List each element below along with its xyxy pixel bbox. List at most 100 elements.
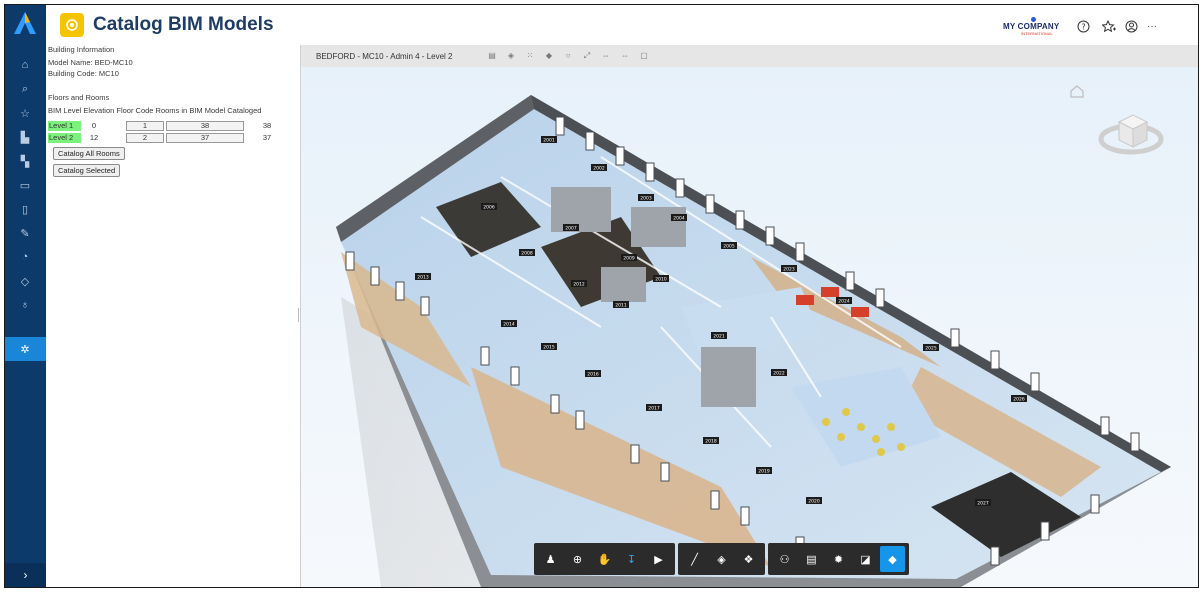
room-tag[interactable]: 2024 [836, 297, 852, 305]
model-browser-icon[interactable]: ⚇ [772, 546, 797, 572]
building-icon[interactable]: ▙ [15, 128, 35, 146]
svg-text:2026: 2026 [1013, 397, 1025, 403]
room-tag[interactable]: 2004 [671, 214, 687, 222]
room-tag[interactable]: 2008 [519, 249, 535, 257]
zoom-icon[interactable]: ↧ [619, 546, 644, 572]
document-icon[interactable]: ▯ [15, 200, 35, 218]
expand-rail-button[interactable]: › [5, 563, 46, 587]
room-tag[interactable]: 2005 [721, 242, 737, 250]
room-tag[interactable]: 2019 [756, 467, 772, 475]
room-tag[interactable]: 2016 [585, 370, 601, 378]
catalog-all-rooms-button[interactable]: Catalog All Rooms [53, 147, 125, 160]
svg-text:2018: 2018 [705, 439, 717, 445]
svg-text:2009: 2009 [623, 256, 635, 262]
pan-icon[interactable]: ✋ [592, 546, 617, 572]
home-icon[interactable]: ⌂ [15, 56, 35, 74]
floor-code-field[interactable]: 1 [126, 121, 164, 131]
room-tag[interactable]: 2027 [975, 499, 991, 507]
arrows-alt-icon[interactable]: ⇔ [621, 52, 629, 60]
svg-text:2020: 2020 [808, 499, 820, 505]
fullscreen-icon[interactable]: ◪ [853, 546, 878, 572]
orbit-icon[interactable]: ⊕ [565, 546, 590, 572]
room-tag[interactable]: 2025 [923, 344, 939, 352]
tag-icon[interactable]: ◆ [545, 52, 553, 60]
table-row[interactable]: Level 1 0 1 38 38 [48, 121, 298, 131]
level-cell[interactable]: Level 1 [48, 121, 81, 131]
room-tag[interactable]: 2007 [563, 224, 579, 232]
star-icon[interactable]: ☆ [15, 104, 35, 122]
svg-text:2015: 2015 [543, 345, 555, 351]
monitor-icon[interactable]: ▭ [15, 176, 35, 194]
svg-text:2006: 2006 [483, 205, 495, 211]
room-tag[interactable]: 2013 [415, 273, 431, 281]
floors-column-headers: BIM Level Elevation Floor Code Rooms in … [48, 106, 262, 115]
app-logo-icon[interactable] [13, 11, 37, 35]
layers-icon[interactable]: ◈ [507, 52, 515, 60]
model-3d-view[interactable]: 2001 2002 2003 2004 2005 2006 2007 2008 … [301, 67, 1199, 587]
clipboard-icon[interactable]: ▢ [640, 52, 648, 60]
room-tag[interactable]: 2003 [638, 194, 654, 202]
chat-icon[interactable]: ◔ [15, 248, 35, 266]
svg-text:2012: 2012 [573, 282, 585, 288]
more-icon[interactable]: ··· [1145, 19, 1159, 33]
measure-icon[interactable]: ╱ [682, 546, 707, 572]
svg-text:2011: 2011 [615, 303, 627, 309]
eye-icon[interactable]: ◇ [15, 272, 35, 290]
app-window: ⌂ ⌕ ☆ ▙ ▚ ▭ ▯ ✎ ◔ ◇ ♁ ✲ › Catalog BIM Mo… [4, 4, 1199, 588]
room-tag[interactable]: 2021 [711, 332, 727, 340]
rooms-field[interactable]: 38 [166, 121, 244, 131]
room-tag[interactable]: 2018 [703, 437, 719, 445]
table-row[interactable]: Level 2 12 2 37 37 [48, 133, 298, 143]
svg-text:2005: 2005 [723, 244, 735, 250]
room-tag[interactable]: 2023 [781, 265, 797, 273]
room-tag[interactable]: 2020 [806, 497, 822, 505]
wrench-icon[interactable]: ✎ [15, 224, 35, 242]
elevation-cell: 0 [91, 121, 97, 130]
explode-icon[interactable]: ❖ [736, 546, 761, 572]
settings-icon[interactable]: ✹ [826, 546, 851, 572]
first-person-icon[interactable]: ♟ [538, 546, 563, 572]
room-tag[interactable]: 2014 [501, 320, 517, 328]
room-tag[interactable]: 2017 [646, 404, 662, 412]
expand-icon[interactable]: ⤢ [583, 52, 591, 60]
report-icon[interactable]: ▚ [15, 152, 35, 170]
room-tag[interactable]: 2011 [613, 301, 629, 309]
svg-text:2016: 2016 [587, 372, 599, 378]
model-tools: ⚇ ▤ ✹ ◪ ◆ [768, 543, 909, 575]
svg-text:2027: 2027 [977, 501, 989, 507]
room-tag[interactable]: 2006 [481, 203, 497, 211]
elevation-cell: 12 [89, 133, 99, 142]
viewer-title: BEDFORD - MC10 - Admin 4 - Level 2 [316, 52, 453, 61]
company-name: MY COMPANY [1003, 22, 1060, 31]
search-icon[interactable]: ⌕ [15, 80, 35, 98]
room-tag[interactable]: 2022 [771, 369, 787, 377]
floor-code-field[interactable]: 2 [126, 133, 164, 143]
section-icon[interactable]: ◈ [709, 546, 734, 572]
level-cell[interactable]: Level 2 [48, 133, 81, 143]
help-icon[interactable]: ? [1076, 19, 1090, 33]
room-tag[interactable]: 2010 [653, 275, 669, 283]
nav-rail: ⌂ ⌕ ☆ ▙ ▚ ▭ ▯ ✎ ◔ ◇ ♁ ✲ › [5, 5, 46, 587]
svg-text:2008: 2008 [521, 251, 533, 257]
room-tag[interactable]: 2001 [541, 136, 557, 144]
bim-viewer[interactable]: BEDFORD - MC10 - Admin 4 - Level 2 ▤ ◈ ⁙… [300, 45, 1198, 587]
grid-icon[interactable]: ⁙ [526, 52, 534, 60]
room-tag[interactable]: 2015 [541, 343, 557, 351]
room-tag[interactable]: 2009 [621, 254, 637, 262]
tag-icon[interactable]: ◆ [880, 546, 905, 572]
arrows-icon[interactable]: ⇔ [602, 52, 610, 60]
favorites-icon[interactable] [1102, 19, 1116, 33]
svg-text:2022: 2022 [773, 371, 785, 377]
rooms-field[interactable]: 37 [166, 133, 244, 143]
room-tag[interactable]: 2002 [591, 164, 607, 172]
refresh-icon[interactable]: ○ [564, 52, 572, 60]
user-icon[interactable] [1124, 19, 1138, 33]
catalog-selected-button[interactable]: Catalog Selected [53, 164, 121, 177]
camera-icon[interactable]: ▶ [646, 546, 671, 572]
building-icon[interactable]: ▤ [488, 52, 496, 60]
room-tag[interactable]: 2026 [1011, 395, 1027, 403]
lightbulb-icon[interactable]: ♁ [15, 296, 35, 314]
properties-icon[interactable]: ▤ [799, 546, 824, 572]
rail-active-item[interactable]: ✲ [5, 337, 46, 361]
room-tag[interactable]: 2012 [571, 280, 587, 288]
